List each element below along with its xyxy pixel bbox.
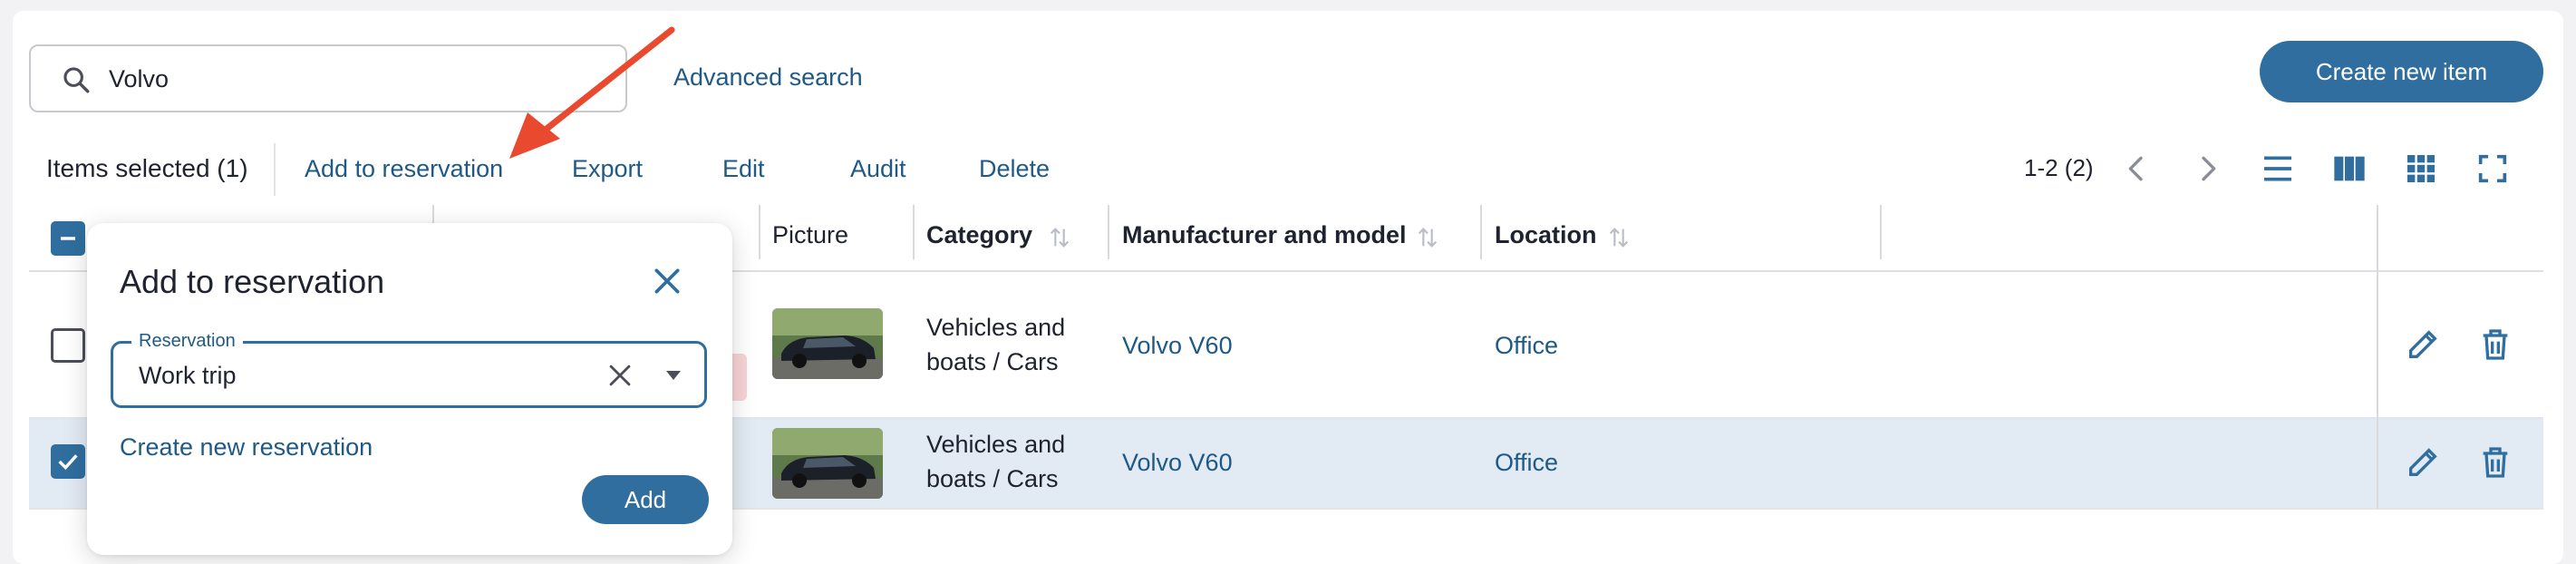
category-line: boats / Cars: [926, 465, 1059, 492]
reservation-select[interactable]: Reservation Work trip: [111, 331, 707, 408]
category-line: Vehicles and: [926, 314, 1066, 341]
create-new-item-button[interactable]: Create new item: [2260, 41, 2543, 102]
column-header-category[interactable]: Category: [926, 221, 1032, 249]
column-divider: [1880, 205, 1882, 259]
sort-icon[interactable]: [1606, 223, 1632, 252]
add-button[interactable]: Add: [582, 475, 709, 524]
fullscreen-icon[interactable]: [2474, 151, 2511, 187]
column-divider: [1108, 205, 1109, 259]
reservation-value[interactable]: Work trip: [139, 362, 237, 390]
trash-icon[interactable]: [2477, 326, 2513, 363]
pencil-icon[interactable]: [2405, 444, 2441, 481]
trash-icon[interactable]: [2477, 444, 2513, 481]
grid-view-icon[interactable]: [2403, 151, 2439, 187]
popover-title: Add to reservation: [120, 263, 385, 300]
pagination-range: 1-2 (2): [2024, 154, 2094, 181]
sort-icon[interactable]: [1415, 223, 1440, 252]
pencil-icon[interactable]: [2405, 326, 2441, 363]
model-link[interactable]: Volvo V60: [1122, 449, 1233, 477]
select-all-checkbox[interactable]: [51, 221, 85, 256]
car-thumbnail[interactable]: [772, 308, 883, 379]
column-view-icon[interactable]: [2331, 151, 2368, 187]
car-thumbnail[interactable]: [772, 428, 883, 499]
search-icon: [63, 67, 90, 93]
reservation-label: Reservation: [131, 331, 243, 352]
audit-action[interactable]: Audit: [850, 155, 906, 183]
minus-icon: [61, 237, 75, 240]
list-view-icon[interactable]: [2260, 151, 2296, 187]
category-cell: Vehicles and boats / Cars: [926, 427, 1065, 496]
column-divider: [759, 205, 760, 259]
column-header-picture: Picture: [772, 221, 849, 248]
items-selected-count: Items selected (1): [46, 154, 248, 182]
column-divider: [913, 205, 915, 259]
location-link[interactable]: Office: [1495, 449, 1558, 477]
add-to-reservation-action[interactable]: Add to reservation: [305, 155, 503, 183]
location-link[interactable]: Office: [1495, 332, 1558, 360]
advanced-search-link[interactable]: Advanced search: [673, 63, 863, 92]
check-icon: [58, 454, 78, 471]
toolbar-divider: [274, 143, 276, 196]
chevron-right-icon[interactable]: [2190, 151, 2226, 187]
sort-icon[interactable]: [1047, 223, 1072, 252]
column-header-manufacturer-model[interactable]: Manufacturer and model: [1122, 221, 1407, 249]
export-action[interactable]: Export: [572, 155, 643, 183]
add-to-reservation-popover: Add to reservation Reservation Work trip…: [87, 223, 732, 555]
close-icon[interactable]: [649, 263, 685, 299]
edit-action[interactable]: Edit: [722, 155, 765, 183]
category-line: Vehicles and: [926, 431, 1066, 458]
search-box[interactable]: [29, 44, 627, 112]
model-link[interactable]: Volvo V60: [1122, 332, 1233, 360]
category-cell: Vehicles and boats / Cars: [926, 310, 1065, 379]
actions-column-divider: [2377, 205, 2378, 509]
search-input[interactable]: [109, 59, 598, 99]
delete-action[interactable]: Delete: [979, 155, 1050, 183]
row-checkbox[interactable]: [51, 328, 85, 363]
column-header-location[interactable]: Location: [1495, 221, 1597, 249]
category-line: boats / Cars: [926, 348, 1059, 375]
column-divider: [1480, 205, 1482, 259]
create-new-reservation-link[interactable]: Create new reservation: [120, 433, 373, 462]
clear-icon[interactable]: [605, 360, 635, 391]
chevron-left-icon[interactable]: [2118, 151, 2155, 187]
row-checkbox-checked[interactable]: [51, 444, 85, 479]
caret-down-icon[interactable]: [663, 367, 684, 384]
